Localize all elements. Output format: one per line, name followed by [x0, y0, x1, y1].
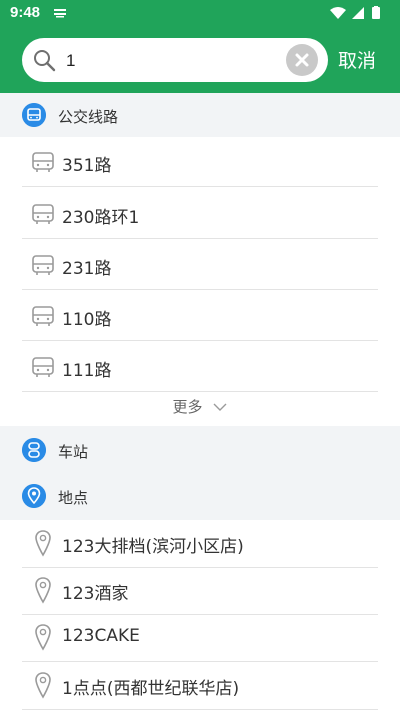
bus-icon — [32, 152, 54, 172]
clear-search-button[interactable] — [286, 44, 318, 76]
bus-icon — [32, 204, 54, 224]
bus-line-item[interactable]: 230路环1 — [22, 189, 378, 239]
location-pin-icon — [35, 577, 51, 604]
chevron-down-icon — [213, 403, 227, 411]
wifi-icon — [330, 7, 346, 19]
bus-icon — [22, 103, 46, 127]
search-input[interactable] — [66, 49, 286, 73]
location-pin-icon — [35, 672, 51, 699]
bus-icon — [32, 306, 54, 326]
status-time: 9:48 — [10, 4, 41, 21]
section-group-stations-places: 车站 地点 — [0, 426, 400, 520]
battery-icon — [372, 7, 380, 19]
bus-icon — [32, 255, 54, 275]
signal-icon — [352, 7, 364, 19]
location-pin-icon — [35, 530, 51, 557]
section-title-stations[interactable]: 车站 — [58, 441, 88, 462]
notification-icon — [54, 9, 66, 18]
more-button[interactable]: 更多 — [0, 396, 400, 426]
section-header-bus-lines: 公交线路 — [0, 93, 400, 137]
bus-icon — [32, 357, 54, 377]
place-item[interactable]: 123CAKE — [22, 612, 378, 662]
place-label: 123大排档(滨河小区店) — [62, 537, 244, 557]
place-item[interactable]: 123大排档(滨河小区店) — [22, 518, 378, 568]
bus-line-item[interactable]: 231路 — [22, 240, 378, 290]
place-item[interactable]: 1点点(西都世纪联华店) — [22, 660, 378, 710]
close-icon — [295, 53, 309, 67]
search-box[interactable] — [22, 38, 328, 82]
system-status-icons — [330, 6, 380, 19]
more-label: 更多 — [172, 398, 203, 416]
bus-line-label: 351路 — [62, 156, 112, 176]
search-row: 取消 — [0, 36, 400, 84]
place-label: 123CAKE — [62, 626, 140, 646]
bus-line-label: 111路 — [62, 361, 112, 381]
bus-line-label: 230路环1 — [62, 208, 140, 228]
place-label: 123酒家 — [62, 584, 129, 604]
top-header: 9:48 取消 — [0, 0, 400, 93]
section-title-places: 地点 — [58, 489, 89, 507]
status-bar: 9:48 — [0, 0, 400, 28]
bus-line-item[interactable]: 111路 — [22, 342, 378, 392]
bus-line-label: 110路 — [62, 310, 112, 330]
location-pin-icon — [35, 624, 51, 651]
bus-line-item[interactable]: 351路 — [22, 137, 378, 187]
search-icon — [34, 50, 56, 72]
cancel-button[interactable]: 取消 — [338, 46, 376, 73]
place-item[interactable]: 123酒家 — [22, 565, 378, 615]
place-label: 1点点(西都世纪联华店) — [62, 679, 240, 699]
station-icon — [22, 438, 46, 462]
section-title: 公交线路 — [58, 108, 119, 126]
bus-line-label: 231路 — [62, 259, 112, 279]
location-icon — [22, 484, 46, 508]
bus-line-item[interactable]: 110路 — [22, 291, 378, 341]
